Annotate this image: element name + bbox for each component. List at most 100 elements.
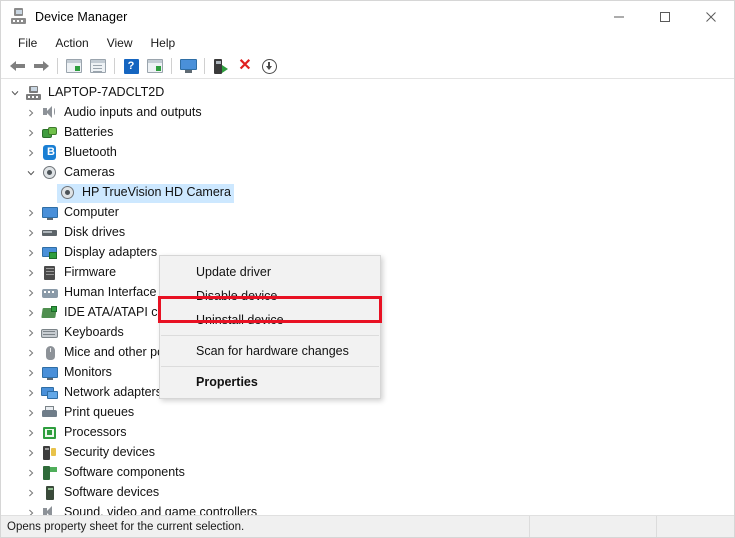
- tree-item[interactable]: Computer: [1, 203, 734, 223]
- tree-item[interactable]: Batteries: [1, 123, 734, 143]
- update-driver-icon[interactable]: [209, 55, 233, 77]
- tree-item-label: Computer: [64, 205, 119, 219]
- tree-item-label: HP TrueVision HD Camera: [82, 185, 231, 199]
- monitor-icon: [41, 205, 59, 221]
- context-menu-item-properties[interactable]: Properties: [160, 370, 380, 394]
- computer-root-icon: [25, 85, 43, 101]
- chevron-right-icon[interactable]: [23, 483, 39, 503]
- context-menu-item-uninstall-device[interactable]: Uninstall device: [160, 308, 380, 332]
- tree-item[interactable]: B Bluetooth: [1, 143, 734, 163]
- menu-file[interactable]: File: [9, 33, 46, 53]
- close-button[interactable]: [688, 1, 734, 32]
- chevron-down-icon[interactable]: [7, 83, 23, 103]
- content-area: LAPTOP-7ADCLT2D Audio inputs and outputs B…: [1, 79, 734, 537]
- tree-item-label: Firmware: [64, 265, 117, 279]
- toolbar-separator: [57, 58, 58, 74]
- tree-item[interactable]: Software components: [1, 463, 734, 483]
- chevron-right-icon[interactable]: [23, 423, 39, 443]
- tree-item[interactable]: LAPTOP-7ADCLT2D: [1, 83, 734, 103]
- bluetooth-icon: B: [41, 144, 59, 161]
- tree-item-label: Bluetooth: [64, 145, 117, 159]
- chevron-right-icon[interactable]: [23, 123, 39, 143]
- menu-bar: File Action View Help: [1, 32, 734, 54]
- software-device-icon: [41, 485, 59, 501]
- tree-item-label: LAPTOP-7ADCLT2D: [48, 85, 165, 99]
- help-icon[interactable]: ?: [119, 55, 143, 77]
- chevron-right-icon[interactable]: [23, 243, 39, 263]
- battery-icon: [41, 125, 59, 141]
- ide-controller-icon: [41, 305, 59, 321]
- status-bar-pane-1: [529, 515, 656, 537]
- security-device-icon: [41, 445, 59, 461]
- display-adapter-icon: [41, 245, 59, 261]
- software-component-icon: [41, 465, 59, 481]
- human-interface-device-icon: [41, 285, 59, 301]
- minimize-button[interactable]: [596, 1, 642, 32]
- chevron-right-icon[interactable]: [23, 403, 39, 423]
- toolbar-separator: [204, 58, 205, 74]
- chevron-right-icon[interactable]: [23, 323, 39, 343]
- camera-icon: [59, 185, 77, 201]
- context-menu-item-scan-for-hardware-changes[interactable]: Scan for hardware changes: [160, 339, 380, 363]
- maximize-button[interactable]: [642, 1, 688, 32]
- menu-help[interactable]: Help: [142, 33, 185, 53]
- menu-action[interactable]: Action: [46, 33, 97, 53]
- tree-item[interactable]: Print queues: [1, 403, 734, 423]
- tree-item[interactable]: Processors: [1, 423, 734, 443]
- status-bar: Opens property sheet for the current sel…: [1, 515, 734, 537]
- chevron-right-icon[interactable]: [23, 343, 39, 363]
- menu-view[interactable]: View: [98, 33, 142, 53]
- tree-item-label: Display adapters: [64, 245, 158, 259]
- chevron-right-icon[interactable]: [23, 363, 39, 383]
- chevron-right-icon[interactable]: [23, 283, 39, 303]
- chevron-right-icon[interactable]: [23, 203, 39, 223]
- chevron-right-icon[interactable]: [23, 263, 39, 283]
- show-hidden-devices-icon[interactable]: [62, 55, 86, 77]
- chevron-down-icon[interactable]: [23, 163, 39, 183]
- monitor-icon: [41, 365, 59, 381]
- chevron-right-icon[interactable]: [23, 463, 39, 483]
- context-menu-item-disable-device[interactable]: Disable device: [160, 284, 380, 308]
- tree-item-label: Print queues: [64, 405, 135, 419]
- printer-icon: [41, 405, 59, 421]
- tree-item-label: Cameras: [64, 165, 115, 179]
- chevron-right-icon[interactable]: [23, 383, 39, 403]
- toolbar-separator: [114, 58, 115, 74]
- chevron-right-icon[interactable]: [23, 143, 39, 163]
- processor-icon: [41, 425, 59, 441]
- speaker-icon: [41, 105, 59, 121]
- tree-item-label: Processors: [64, 425, 127, 439]
- tree-item-label: Network adapters: [64, 385, 162, 399]
- tree-item[interactable]: Software devices: [1, 483, 734, 503]
- device-list-icon[interactable]: [86, 55, 110, 77]
- tree-item[interactable]: Disk drives: [1, 223, 734, 243]
- scan-for-hardware-changes-icon[interactable]: [176, 55, 200, 77]
- back-arrow-icon[interactable]: [5, 55, 29, 77]
- toolbar: ? ✕: [1, 54, 734, 79]
- tree-item-label: Software devices: [64, 485, 160, 499]
- device-manager-window: Device Manager File Action View Help ? ✕…: [0, 0, 735, 538]
- chevron-right-icon[interactable]: [23, 103, 39, 123]
- tree-item-label: Keyboards: [64, 325, 124, 339]
- status-bar-text: Opens property sheet for the current sel…: [7, 520, 245, 533]
- network-adapter-icon: [41, 385, 59, 401]
- forward-arrow-icon[interactable]: [29, 55, 53, 77]
- download-icon[interactable]: [257, 55, 281, 77]
- context-menu-separator: [161, 335, 379, 336]
- tree-item-label: Security devices: [64, 445, 156, 459]
- properties-icon[interactable]: [143, 55, 167, 77]
- tree-item-label: Software components: [64, 465, 185, 479]
- mouse-icon: [41, 345, 59, 361]
- keyboard-icon: [41, 325, 59, 341]
- context-menu-item-update-driver[interactable]: Update driver: [160, 260, 380, 284]
- tree-item[interactable]: Cameras: [1, 163, 734, 183]
- tree-item[interactable]: Security devices: [1, 443, 734, 463]
- uninstall-device-icon[interactable]: ✕: [233, 55, 257, 77]
- chevron-right-icon[interactable]: [23, 443, 39, 463]
- chevron-right-icon[interactable]: [23, 223, 39, 243]
- tree-item[interactable]: Audio inputs and outputs: [1, 103, 734, 123]
- chevron-right-icon[interactable]: [23, 303, 39, 323]
- tree-item-label: Audio inputs and outputs: [64, 105, 202, 119]
- tree-item[interactable]: HP TrueVision HD Camera: [1, 183, 734, 203]
